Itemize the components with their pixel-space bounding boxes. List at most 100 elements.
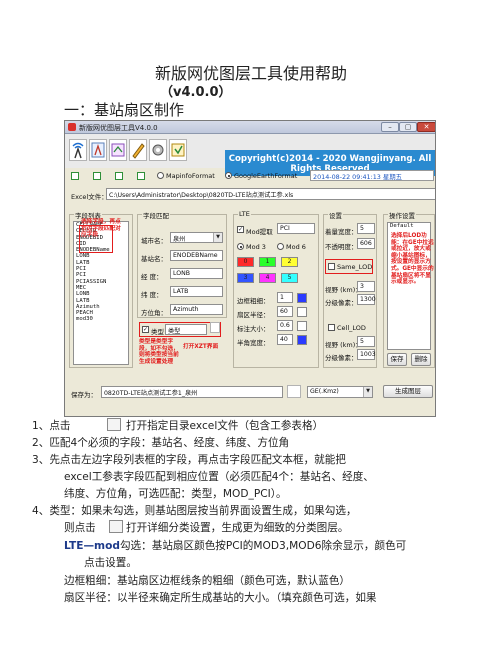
app-toolbar: Copyright(c)2014 - 2020 Wangjinyang. All… xyxy=(65,134,435,176)
googleearth-format-label: GoogleEarthFormat xyxy=(234,172,298,180)
settings-label: 设置 xyxy=(328,210,343,220)
status-square xyxy=(137,172,145,180)
save-as-label: 保存为： xyxy=(71,391,97,399)
fill-color-swatch[interactable] xyxy=(297,307,307,317)
width-label: 着量宽度： xyxy=(325,228,358,236)
xzt-note: 打开XZT界面 xyxy=(183,344,219,350)
minimize-button[interactable]: – xyxy=(381,122,399,132)
half-angle-field[interactable]: 40 xyxy=(277,334,293,345)
city-label: 城市名： xyxy=(141,237,167,245)
mod-color-swatch[interactable]: 5 xyxy=(281,273,298,283)
maximize-button[interactable]: ▢ xyxy=(399,122,417,132)
longitude-value: LONB xyxy=(173,270,190,277)
list-item[interactable]: mod30 xyxy=(74,316,128,322)
view-value: 3 xyxy=(360,283,364,290)
mod-color-swatch[interactable]: 4 xyxy=(259,273,276,283)
view2-field[interactable]: 5 xyxy=(357,336,375,347)
instruction-7: 扇区半径：以半径来确定所生成基站的大小。（填充颜色可选，如果 xyxy=(64,592,377,604)
excel-path-field[interactable]: C:\Users\Administrator\Desktop\0820TD-LT… xyxy=(106,188,435,200)
format-select[interactable]: GE(.Kmz) ▼ xyxy=(307,386,373,398)
resolution2-field[interactable]: 1003 xyxy=(357,349,376,360)
list-item[interactable]: Default xyxy=(388,223,430,229)
googleearth-format-radio[interactable] xyxy=(225,172,232,179)
mod-color-swatch[interactable]: 0 xyxy=(237,257,254,267)
label-size-field[interactable]: 0.6 xyxy=(277,320,293,331)
azimuth-value: Azimuth xyxy=(173,306,199,313)
layers-icon xyxy=(111,143,125,157)
label-color-swatch[interactable] xyxy=(297,321,307,331)
mapinfo-format-label: MapinfoFormat xyxy=(166,172,215,180)
ops-delete-button[interactable]: 删除 xyxy=(411,353,431,366)
app-logo-icon xyxy=(68,123,76,131)
instruction-5-rest: 勾选：基站扇区颜色按PCI的MOD3,MOD6除余显示，颜色可 xyxy=(119,540,407,552)
pencil-icon xyxy=(132,143,145,159)
close-button[interactable]: ✕ xyxy=(417,122,435,132)
mod-extract-label: Mod提取 xyxy=(246,228,273,236)
type-detail-icon xyxy=(109,520,123,533)
type-field[interactable]: 类型 xyxy=(165,324,207,335)
gear-tool-button[interactable] xyxy=(149,139,167,161)
azimuth-label: 方位角： xyxy=(141,309,167,317)
border-width-value: 1 xyxy=(280,294,284,301)
mod-color-swatch[interactable]: 2 xyxy=(281,257,298,267)
layers-tool-button[interactable] xyxy=(109,139,127,161)
lod-note: 选择后LOD功能：在GE中拉远或拉近，放大或缩小基站图标，按设置的显示方式。GE… xyxy=(391,233,434,286)
city-value: 泉州 xyxy=(173,236,186,243)
tower-tool-button[interactable] xyxy=(89,139,107,161)
opacity-field[interactable]: 606 xyxy=(357,238,375,249)
timestamp-box: 2014-08-22 09:41:13 星期五 xyxy=(310,170,434,181)
type-detail-button[interactable] xyxy=(210,322,220,333)
excel-file-label: Excel文件： xyxy=(71,193,108,201)
antenna-tool-button[interactable] xyxy=(69,139,87,161)
resolution-field[interactable]: 1300 xyxy=(357,294,376,305)
instruction-5: LTE—mod勾选：基站扇区颜色按PCI的MOD3,MOD6除余显示，颜色可 xyxy=(64,539,406,553)
sector-radius-label: 扇区半径： xyxy=(237,311,270,319)
resolution2-label: 分级像素： xyxy=(325,354,358,362)
generate-layer-button[interactable]: 生成图层 xyxy=(383,385,433,398)
resolution-label: 分级像素： xyxy=(325,299,358,307)
status-square xyxy=(93,172,101,180)
instruction-5-term: LTE—mod xyxy=(64,540,120,552)
latitude-field[interactable]: LATB xyxy=(170,286,223,297)
type-checkbox[interactable]: ✓ xyxy=(142,326,149,333)
open-file-icon xyxy=(107,418,121,431)
mod-color-swatch[interactable]: 3 xyxy=(237,273,254,283)
instruction-1: 1、点击 xyxy=(32,419,71,433)
mod3-label: Mod 3 xyxy=(246,243,266,251)
mapinfo-format-radio[interactable] xyxy=(157,172,164,179)
longitude-field[interactable]: LONB xyxy=(170,268,223,279)
city-select[interactable]: 泉州 ▼ xyxy=(170,232,223,243)
mod-extract-checkbox[interactable]: ✓ xyxy=(237,226,244,233)
status-square xyxy=(115,172,123,180)
mod6-label: Mod 6 xyxy=(286,243,306,251)
azimuth-field[interactable]: Azimuth xyxy=(170,304,223,315)
border-width-field[interactable]: 1 xyxy=(277,292,293,303)
mod-color-swatch[interactable]: 1 xyxy=(259,257,276,267)
help-tool-button[interactable] xyxy=(169,139,187,161)
same-lod-checkbox[interactable] xyxy=(328,263,335,270)
edit-tool-button[interactable] xyxy=(129,139,147,161)
same-lod-label: Same_LOD xyxy=(337,263,373,271)
site-name-field[interactable]: ENODEBName xyxy=(170,250,223,261)
section-heading: 一：基站扇区制作 xyxy=(64,101,185,119)
mod-extract-value: PCI xyxy=(280,225,290,232)
width-field[interactable]: 5 xyxy=(357,223,375,234)
format-row: MapinfoFormat GoogleEarthFormat 2014-08-… xyxy=(65,169,435,185)
folder-icon[interactable] xyxy=(287,385,301,398)
mod3-radio[interactable] xyxy=(237,243,244,250)
border-color-swatch[interactable] xyxy=(297,293,307,303)
document-title: 新版网优图层工具使用帮助 xyxy=(154,64,347,83)
ops-save-button[interactable]: 保存 xyxy=(387,353,407,366)
mod-extract-field[interactable]: PCI xyxy=(277,223,315,234)
save-as-value: 0820TD-LTE站点测试工参1_泉州 xyxy=(104,390,198,397)
cell-lod-checkbox[interactable] xyxy=(328,324,335,331)
app-window-title: 新版网优图层工具V4.0.0 xyxy=(79,124,158,132)
view-field[interactable]: 3 xyxy=(357,281,375,292)
tower-icon xyxy=(91,142,105,158)
angle-color-swatch[interactable] xyxy=(297,335,307,345)
save-as-field[interactable]: 0820TD-LTE站点测试工参1_泉州 xyxy=(101,386,283,398)
half-angle-value: 40 xyxy=(280,336,288,343)
app-window: 新版网优图层工具V4.0.0 – ▢ ✕ Copyright(c)2014 - … xyxy=(64,120,436,417)
sector-radius-field[interactable]: 60 xyxy=(277,306,293,317)
mod6-radio[interactable] xyxy=(277,243,284,250)
